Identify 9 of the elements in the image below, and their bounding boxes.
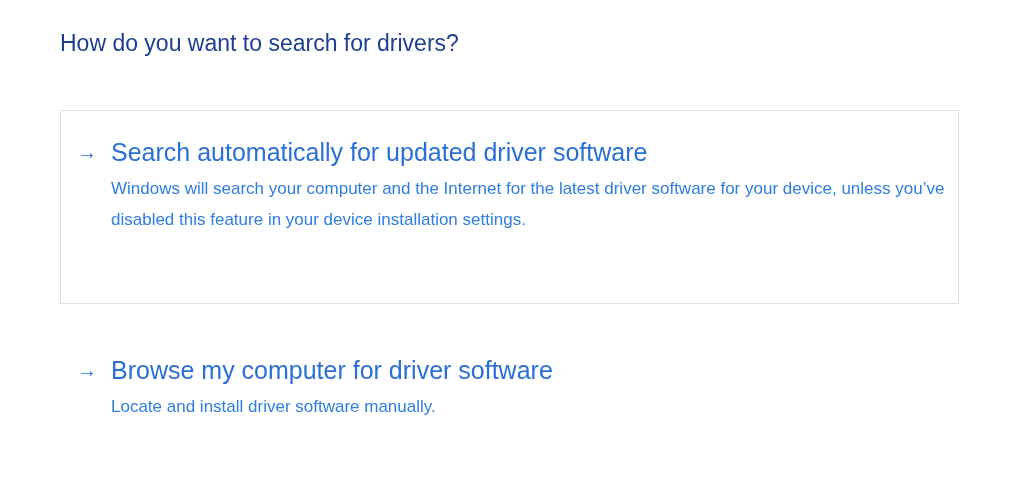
- option-description: Locate and install driver software manually.: [111, 396, 437, 418]
- option-link[interactable]: [60, 110, 959, 304]
- arrow-icon: →: [77, 135, 97, 169]
- option-title: Browse my computer for driver software: [111, 355, 553, 386]
- dialog-heading: How do you want to search for drivers?: [60, 29, 459, 58]
- option-description: Windows will search your computer and the Internet for the latest driver software for your device, unless you’ve disabled this feature in your device installation settings.: [111, 178, 946, 231]
- arrow-icon: →: [77, 353, 97, 387]
- option-title: Search automatically for updated driver software: [111, 137, 648, 168]
- option-link[interactable]: → Browse my computer for driver software Locate and install driver software manually.: [60, 328, 959, 439]
